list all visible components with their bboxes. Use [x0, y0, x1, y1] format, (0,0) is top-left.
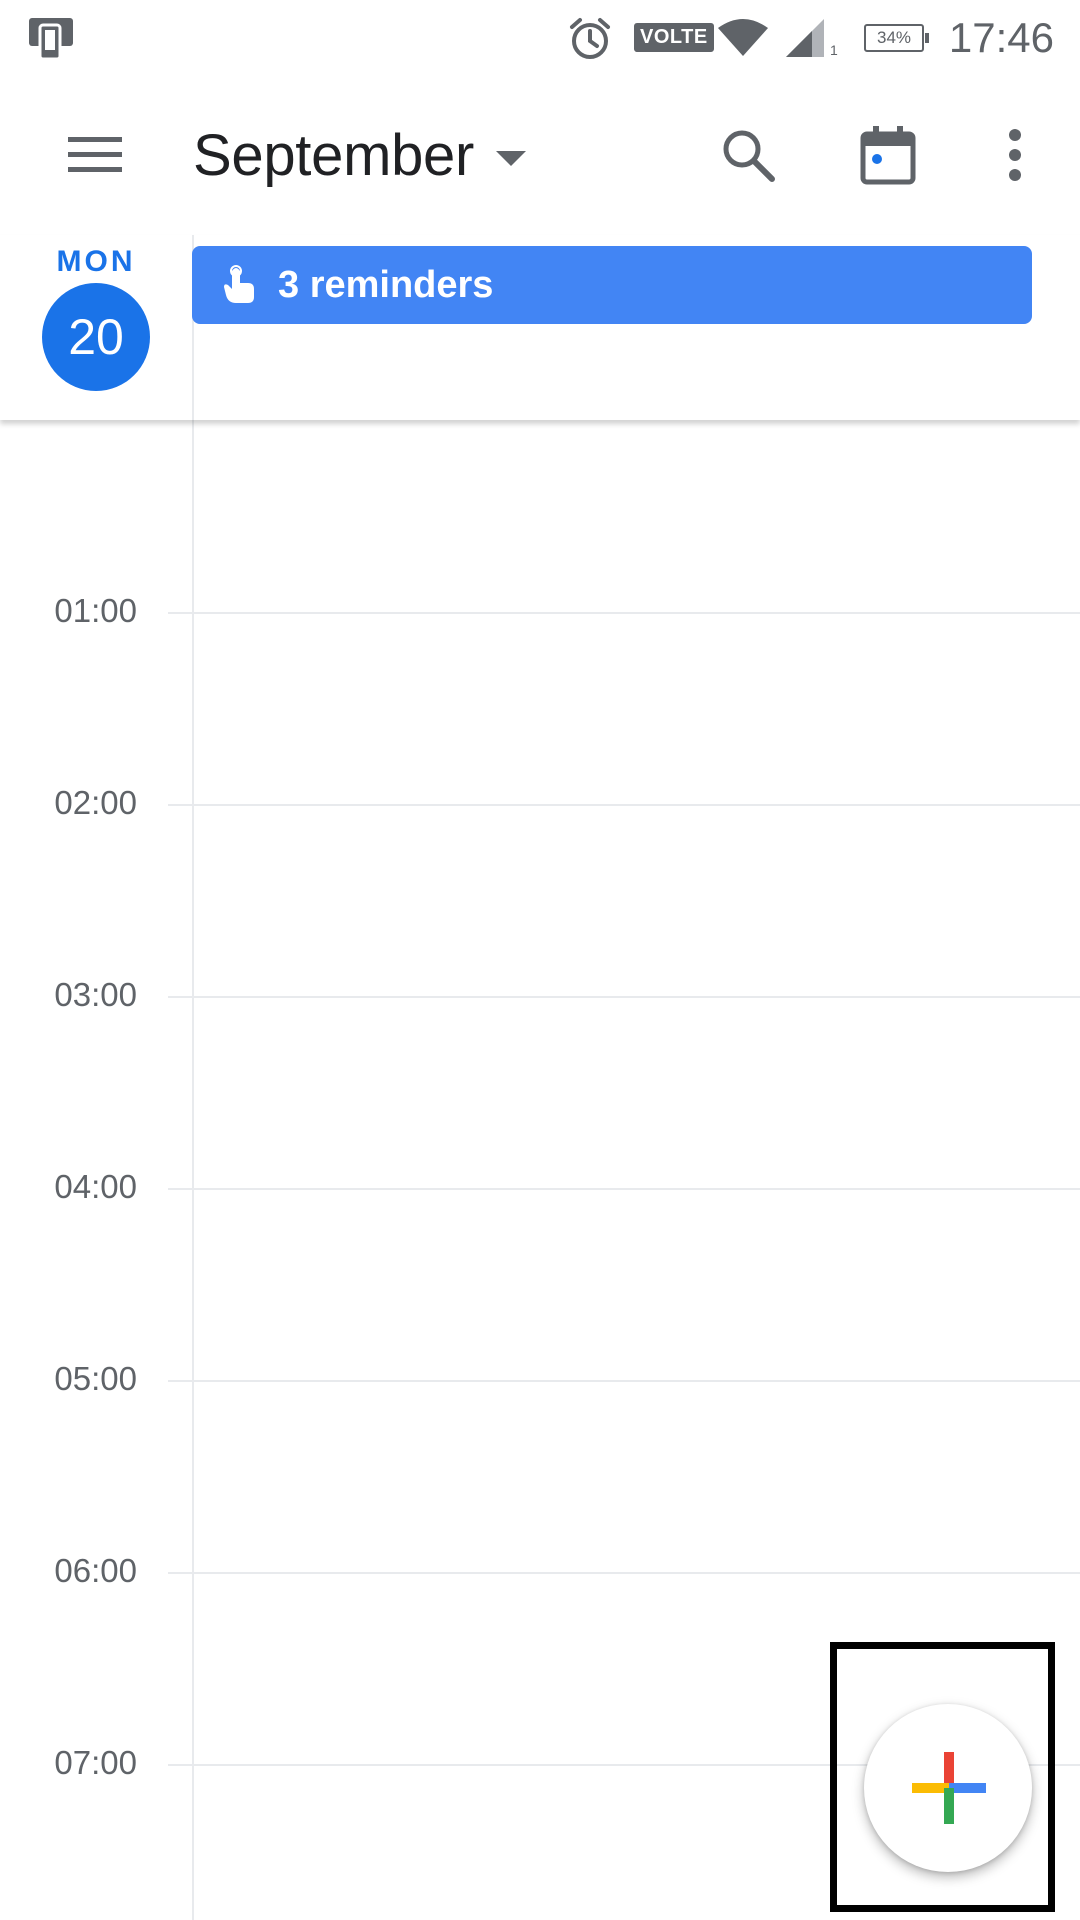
search-button[interactable]	[703, 110, 793, 200]
hour-gridline	[168, 996, 1080, 998]
day-header: MON 20 3 reminders	[0, 235, 1080, 420]
date-button[interactable]: 20	[42, 283, 150, 391]
plus-icon-bottom	[944, 1788, 954, 1824]
hour-gridline	[168, 804, 1080, 806]
hour-label: 04:00	[54, 1168, 137, 1205]
reminders-label: 3 reminders	[278, 263, 494, 306]
more-vert-icon	[1009, 129, 1021, 181]
hour-label: 05:00	[54, 1360, 137, 1397]
today-calendar-icon	[860, 126, 916, 185]
timeline-divider	[192, 420, 194, 1920]
alarm-icon	[566, 0, 614, 75]
hour-label: 06:00	[54, 1552, 137, 1589]
battery-percent: 34%	[864, 23, 929, 52]
app-bar: September	[0, 75, 1080, 235]
month-selector-button[interactable]: September	[193, 110, 527, 200]
clock-time: 17:46	[948, 13, 1054, 61]
hour-label: 07:00	[54, 1744, 137, 1781]
wifi-icon	[716, 0, 770, 75]
create-event-fab[interactable]	[864, 1704, 1032, 1872]
menu-button[interactable]	[50, 115, 140, 195]
hour-label: 03:00	[54, 976, 137, 1013]
device-icon	[26, 0, 76, 75]
plus-icon-right	[949, 1783, 986, 1793]
month-label: September	[193, 122, 475, 188]
hour-row[interactable]: 03:00	[0, 976, 1080, 1013]
signal-sub-label: 1	[830, 41, 838, 58]
hour-gridline	[168, 612, 1080, 614]
hour-label: 02:00	[54, 784, 137, 821]
menu-icon	[68, 137, 122, 172]
dropdown-caret-icon	[496, 150, 527, 166]
hour-row[interactable]: 06:00	[0, 1552, 1080, 1589]
hour-row[interactable]: 04:00	[0, 1168, 1080, 1205]
reminder-hand-icon	[224, 265, 254, 303]
volte-badge: VOLTE	[634, 0, 714, 75]
hour-row[interactable]: 02:00	[0, 784, 1080, 821]
weekday-label: MON	[56, 245, 136, 278]
today-button[interactable]	[843, 110, 933, 200]
hour-row[interactable]: 01:00	[0, 592, 1080, 629]
hour-gridline	[168, 1572, 1080, 1574]
hour-row[interactable]: 05:00	[0, 1360, 1080, 1397]
hour-gridline	[168, 1188, 1080, 1190]
hour-gridline	[168, 1380, 1080, 1382]
status-bar: VOLTE 1 34% 17:46	[0, 0, 1080, 75]
battery-icon: 34%	[864, 0, 929, 75]
more-options-button[interactable]	[980, 110, 1050, 200]
signal-icon: 1	[782, 0, 838, 75]
reminders-chip[interactable]: 3 reminders	[192, 246, 1032, 324]
search-icon	[723, 130, 775, 182]
hour-label: 01:00	[54, 592, 137, 629]
